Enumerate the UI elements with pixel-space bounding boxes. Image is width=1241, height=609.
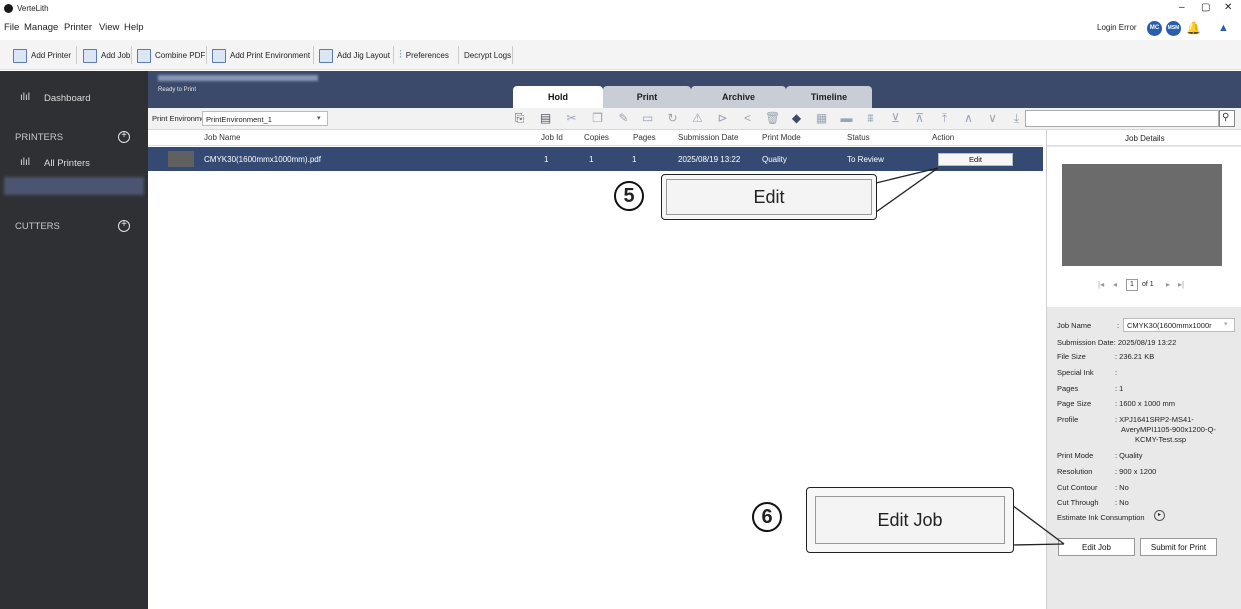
callout-6-number: 6 <box>752 502 782 532</box>
callout-5-label: Edit <box>753 186 785 207</box>
callout-5-number: 5 <box>614 181 644 211</box>
callout-lines <box>875 167 1065 546</box>
callout-6-box: Edit Job <box>806 487 1014 553</box>
callout-5-line-top <box>875 167 939 184</box>
callout-5-button: Edit <box>666 179 872 215</box>
callout-5-box: Edit <box>661 174 877 220</box>
callout-6-line-bottom <box>1011 543 1065 546</box>
callout-6-line-top <box>1011 504 1065 545</box>
callout-5-line-bottom <box>875 167 939 213</box>
callout-6-label: Edit Job <box>877 509 943 530</box>
callout-6-button: Edit Job <box>815 496 1005 544</box>
